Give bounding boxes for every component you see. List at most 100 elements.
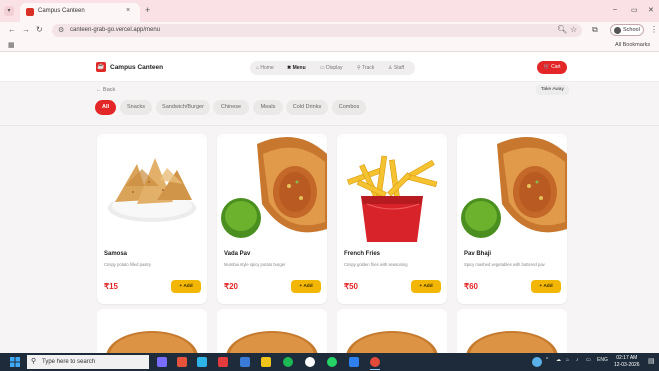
category-chip-sandwich-burger[interactable]: Sandwich/Burger [156,100,210,115]
item-price: ₹20 [224,282,238,291]
menu-item-card-partial [457,309,567,354]
item-name: Vada Pav [224,251,251,257]
menu-item-card-partial [97,309,207,354]
chatgpt-icon[interactable] [305,357,315,367]
all-bookmarks-link[interactable]: All Bookmarks [615,42,650,48]
add-to-cart-button[interactable]: + Add [171,280,201,293]
bookmark-star-icon[interactable]: ☆ [570,25,577,34]
reload-icon[interactable]: ↻ [36,25,43,34]
browser-tab[interactable]: Campus Canteen × [20,3,140,22]
weather-icon[interactable] [532,357,542,367]
close-window-button[interactable]: ✕ [648,6,654,14]
category-chip-meals[interactable]: Meals [253,100,283,115]
burger-image [217,309,327,354]
category-chip-combos[interactable]: Combos [332,100,366,115]
category-chip-snacks[interactable]: Snacks [120,100,152,115]
profile-chip[interactable]: School [610,24,644,36]
kebab-menu-icon[interactable]: ⋮ [650,25,658,34]
extensions-icon[interactable]: ⧉ [592,25,598,35]
apps-grid-icon[interactable]: ▦ [8,41,15,49]
item-price: ₹60 [464,282,478,291]
item-description: Crispy potato filled pastry [104,262,152,267]
bookmarks-bar: ▦ All Bookmarks [0,39,659,52]
brave-icon[interactable] [177,357,187,367]
back-link[interactable]: ← Back [96,87,115,93]
profile-label: School [623,27,640,33]
tray-chevron-icon[interactable]: ^ [546,357,548,363]
menu-item-card: Samosa Crispy potato filled pastry ₹15 +… [97,134,207,304]
spotify-icon[interactable] [283,357,293,367]
category-chip-chinese[interactable]: Chinese [213,100,249,115]
minimize-button[interactable]: – [613,6,617,13]
search-icon: ⚲ [31,358,37,365]
category-chip-all[interactable]: All [95,100,116,115]
task-view-icon[interactable] [157,357,167,367]
nav-staff[interactable]: ♙ Staff [388,65,404,71]
samosa-image [97,134,207,242]
vada-pav-image [217,134,327,242]
add-to-cart-button[interactable]: + Add [531,280,561,293]
menu-item-card-partial [217,309,327,354]
cloud-icon[interactable]: ☁ [556,357,561,363]
new-tab-button[interactable]: + [145,5,150,15]
app-header: ☕ Campus Canteen ⌂ Home ✖ Menu ▭ Display… [0,52,659,82]
vscode-icon[interactable] [349,357,359,367]
clock-time: 02:17 AM [616,355,638,361]
french-fries-image [337,134,447,242]
maximize-button[interactable]: ▭ [631,6,638,14]
volume-icon[interactable]: ♪ [576,357,579,363]
pav-bhaji-image [457,134,567,242]
nav-home[interactable]: ⌂ Home [256,65,274,71]
item-name: Samosa [104,251,128,257]
zoom-icon[interactable]: 🔍︎ [557,25,567,34]
burger-image [97,309,207,354]
taskbar-search-placeholder: Type here to search [42,358,96,365]
back-arrow-icon[interactable]: ← [8,25,16,34]
add-to-cart-button[interactable]: + Add [291,280,321,293]
logo-icon: ☕ [96,62,106,72]
network-icon[interactable]: ⌂ [566,357,569,363]
avatar-icon [614,27,621,34]
nav-menu[interactable]: ✖ Menu [287,65,306,71]
address-bar-row: ← → ↻ ⚙ canteen-grab-go.vercel.app/menu … [0,22,659,39]
file-explorer-icon[interactable] [261,357,271,367]
whatsapp-icon[interactable] [327,357,337,367]
add-to-cart-button[interactable]: + Add [411,280,441,293]
divider [0,125,659,126]
burger-image [337,309,447,354]
site-info-icon[interactable]: ⚙ [58,26,64,34]
store-icon[interactable] [240,357,250,367]
take-away-toggle[interactable]: Take Away [536,85,569,95]
item-description: Mumbai style spicy potato burger [224,262,286,267]
item-name: French Fries [344,251,381,257]
clock[interactable]: 02:17 AM 12-03-2026 [614,355,640,368]
nav-display[interactable]: ▭ Display [320,65,343,71]
forward-arrow-icon[interactable]: → [22,25,30,34]
tab-close-icon[interactable]: × [126,7,130,14]
menu-item-card: Vada Pav Mumbai style spicy potato burge… [217,134,327,304]
brand-name[interactable]: Campus Canteen [110,64,163,71]
language-indicator[interactable]: ENG [597,357,608,363]
windows-start-icon[interactable] [10,357,20,367]
item-price: ₹50 [344,282,358,291]
tab-search-icon[interactable]: ▾ [4,6,14,16]
battery-icon[interactable]: ▭ [586,357,591,363]
favicon-icon [26,8,34,16]
notifications-icon[interactable]: ▤ [648,357,655,365]
chrome-icon[interactable] [370,357,380,370]
url-omnibox[interactable]: ⚙ canteen-grab-go.vercel.app/menu 🔍︎ ☆ [52,24,582,37]
browser-tab-bar: ▾ Campus Canteen × + – ▭ ✕ [0,0,659,22]
category-chip-cold-drinks[interactable]: Cold Drinks [286,100,328,115]
item-description: Crispy golden fries with seasoning [344,262,408,267]
menu-item-card-partial [337,309,447,354]
item-description: Spicy mashed vegetables with buttered pa… [464,262,545,267]
taskbar-search-box[interactable]: ⚲ Type here to search [27,355,149,369]
url-text[interactable]: canteen-grab-go.vercel.app/menu [70,27,160,33]
item-name: Pav Bhaji [464,251,492,257]
windows-taskbar: ⚲ Type here to search ^ ☁ ⌂ ♪ ▭ ENG 02:1… [0,353,659,371]
nav-track[interactable]: ⚲ Track [357,65,374,71]
cart-button[interactable]: 🛒 Cart [537,61,567,74]
edge-icon[interactable] [197,357,207,367]
item-price: ₹15 [104,282,118,291]
office-icon[interactable] [218,357,228,367]
